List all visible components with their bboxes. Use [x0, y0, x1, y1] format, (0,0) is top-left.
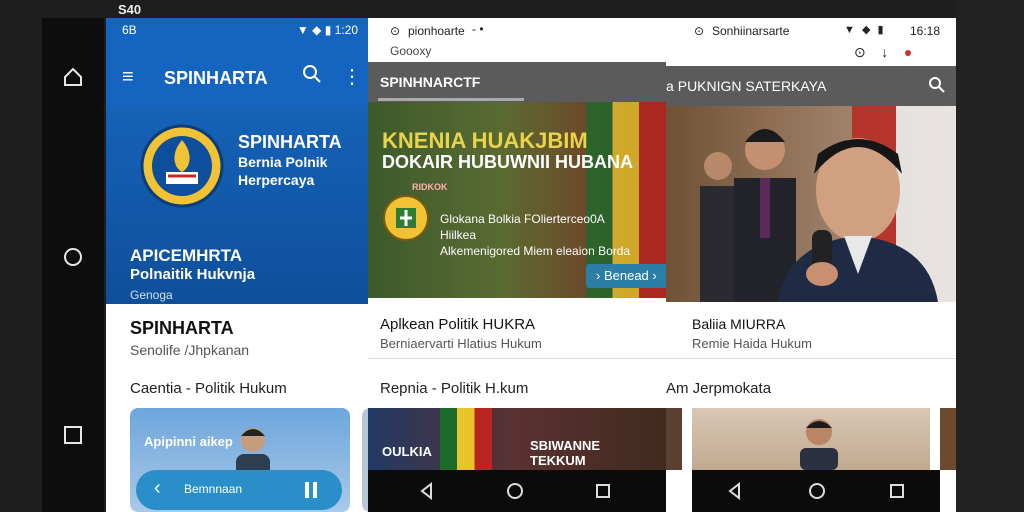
emblem-logo	[382, 194, 430, 242]
flag-image	[440, 408, 492, 470]
read-button[interactable]: › Benead ›	[586, 264, 666, 288]
download-icon[interactable]: ↓	[881, 44, 888, 60]
thumbnail-label-1: OULKIA	[382, 444, 432, 459]
navigation-rail	[42, 18, 104, 512]
background-edge	[956, 0, 1024, 512]
section-heading: Am Jerpmokata	[666, 380, 772, 397]
home-icon[interactable]	[62, 66, 84, 88]
divider	[368, 358, 666, 359]
section-tabs: Bridkoan lAntia niia PUKNIGN SATERKAYA	[666, 66, 956, 106]
menu-icon[interactable]: ≡	[122, 66, 134, 89]
recents-icon[interactable]	[62, 424, 84, 446]
hero-headline: KNENIA HUAKJBIM	[382, 128, 588, 153]
card-subtitle: Remie Haida Hukum	[692, 336, 812, 351]
app-panel-2: ⊙ pionhoarte - • Goooxy SPINHNARCTF KNEN…	[368, 18, 666, 512]
hero-description-3: Alkemenigored Miem eleaion Borda	[440, 244, 631, 258]
tab-favicon-icon: ⊙	[694, 24, 705, 38]
read-button-label: Benead	[603, 268, 649, 283]
hero-title: SPINHARTA	[238, 132, 342, 152]
hero-subtitle-1: Bernia Polnik	[238, 154, 328, 170]
pause-icon[interactable]	[304, 481, 318, 499]
recents-icon[interactable]	[888, 482, 906, 500]
recents-icon[interactable]	[594, 482, 612, 500]
browser-tab-bar: ⊙ pionhoarte - • Goooxy	[368, 18, 666, 62]
device-clock: S40	[118, 2, 142, 17]
status-bar: 6B ▼ ◆ ▮ 1:20	[106, 18, 368, 44]
tab-indicator	[378, 98, 524, 101]
emblem-logo	[140, 124, 224, 208]
back-icon[interactable]	[726, 481, 744, 501]
app-title: SPINHARTA	[164, 68, 268, 88]
clock-icon[interactable]: ⊙	[854, 44, 866, 60]
card-title: Aplkean Politik HUKRA	[380, 316, 536, 333]
toolbar-icons: ⊙ ↓ ●	[854, 44, 912, 61]
hero-heading-2: Polnaitik Hukvnja	[130, 266, 256, 283]
divider	[666, 358, 956, 359]
tab-title[interactable]: pionhoarte	[408, 24, 465, 38]
player-label: Bemnnaan	[184, 482, 243, 496]
app-panel-1: 6B ▼ ◆ ▮ 1:20 ≡ SPINHARTA ⋮ SPINHARTA Be…	[106, 18, 368, 512]
mini-player[interactable]: ‹ Bemnnaan	[136, 470, 342, 510]
status-right: ▼ ◆ ▮ 1:20	[296, 23, 358, 37]
back-icon[interactable]: ‹	[154, 477, 161, 500]
tab-heading[interactable]: Bridkoan lAntia niia PUKNIGN SATERKAYA	[666, 78, 826, 94]
news-thumbnail[interactable]	[692, 408, 930, 470]
tab-favicon-icon: ⊙	[390, 24, 401, 38]
screen: S40 6B ▼ ◆ ▮ 1:20 ≡ SPINHARTA ⋮ SPINHART…	[0, 0, 1024, 512]
hero-headline-2: DOKAIR HUBUWNII HUBANA	[382, 152, 633, 172]
app-panel-3: ⊙ Sonhiinarsarte ▼ ◆ ▮ 16:18 ⊙ ↓ ● Bridk…	[666, 18, 956, 512]
card-subtitle: Berniaervarti Hlatius Hukum	[380, 336, 542, 351]
browser-header: ⊙ Sonhiinarsarte ▼ ◆ ▮ 16:18 ⊙ ↓ ●	[666, 18, 956, 66]
thumbnail-label-2: SBIWANNE	[530, 438, 601, 453]
card-title: SPINHARTA	[130, 318, 234, 338]
hero-subtitle-2: Herpercaya	[238, 172, 315, 188]
card-subtitle: Senolife /Jhpkanan	[130, 342, 250, 358]
status-left: 6B	[122, 23, 137, 37]
hero-banner[interactable]: KNENIA HUAKJBIM DOKAIR HUBUWNII HUBANA R…	[368, 102, 666, 298]
search-icon[interactable]	[302, 64, 322, 89]
system-nav-bar	[368, 470, 666, 512]
tab-title[interactable]: Sonhiinarsarte	[712, 24, 789, 38]
thumbnail-label-3: TEKKUM	[530, 453, 586, 468]
hero-photo[interactable]	[666, 106, 956, 302]
news-thumbnail[interactable]: OULKIA SBIWANNE TEKKUM	[368, 408, 666, 470]
tab-subtitle: Goooxy	[390, 44, 432, 58]
section-heading: Caentia - Politik Hukum	[130, 380, 287, 397]
section-tabs: SPINHNARCTF	[368, 62, 666, 102]
app-bar: ≡ SPINHARTA ⋮	[106, 44, 368, 106]
hero-caption: Genoga	[130, 288, 173, 302]
system-nav-bar	[692, 470, 940, 512]
notification-icon[interactable]: ●	[904, 44, 912, 60]
speaker-image	[758, 124, 948, 302]
home-circle-icon[interactable]	[506, 482, 524, 500]
device-status-bar: S40	[0, 0, 1024, 18]
search-icon[interactable]	[928, 76, 946, 99]
home-circle-icon[interactable]	[808, 482, 826, 500]
person-image	[794, 412, 844, 470]
hero-heading: APICEMHRTA	[130, 246, 243, 265]
hero-tag: RIDKOK	[412, 182, 448, 192]
tab-close-icon[interactable]: - •	[472, 22, 484, 36]
news-thumbnail-next[interactable]	[940, 408, 956, 470]
hero-description-1: Glokana Bolkia FOlierterceo0A	[440, 212, 605, 226]
news-thumbnail-prev[interactable]	[666, 408, 682, 470]
more-options-icon[interactable]: ⋮	[342, 64, 362, 89]
status-icons: ▼ ◆ ▮	[844, 24, 886, 36]
card-title: Baliia MIURRA	[692, 316, 786, 332]
thumbnail-label: Apipinni aikep	[144, 434, 233, 449]
status-time: 16:18	[910, 24, 941, 38]
section-heading: Repnia - Politik H.kum	[380, 380, 529, 397]
tab-active[interactable]: SPINHNARCTF	[380, 74, 480, 90]
back-icon[interactable]	[418, 481, 436, 501]
hero-banner[interactable]: SPINHARTA Bernia Polnik Herpercaya APICE…	[106, 106, 368, 304]
hero-description-2: Hiilkea	[440, 228, 477, 242]
home-circle-icon[interactable]	[62, 246, 84, 268]
